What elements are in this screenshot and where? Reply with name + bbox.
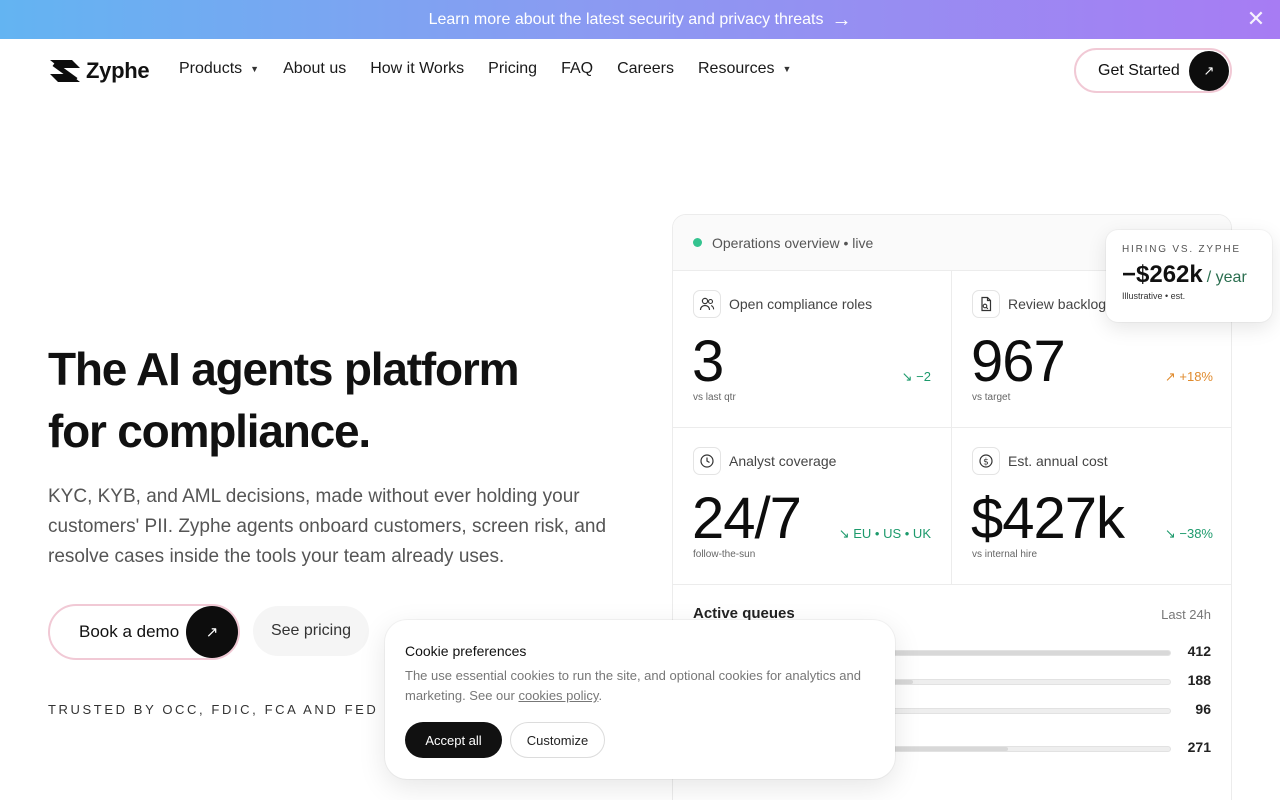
arrow-down-right-icon: ↘: [1164, 526, 1176, 541]
get-started-label: Get Started: [1098, 61, 1180, 79]
nav-item-careers[interactable]: Careers: [617, 60, 674, 78]
dashboard-title: Operations overview • live: [712, 234, 874, 251]
arrow-down-right-icon: ↘: [838, 526, 850, 541]
book-demo-button[interactable]: Book a demo ↗: [48, 604, 240, 660]
queues-range: Last 24h: [1161, 607, 1211, 622]
main-menu: Products ▼ About us How it Works Pricing …: [179, 60, 815, 78]
cookie-banner: Cookie preferences The use essential coo…: [385, 620, 895, 779]
get-started-button[interactable]: Get Started ↗: [1074, 48, 1232, 93]
announcement-bar[interactable]: Learn more about the latest security and…: [0, 0, 1280, 39]
arrow-up-right-icon: ↗: [1189, 51, 1229, 91]
stat-title: Review backlog: [1008, 296, 1107, 312]
stat-title: Est. annual cost: [1008, 453, 1108, 469]
nav-item-resources[interactable]: Resources ▼: [698, 60, 791, 78]
nav-item-faq[interactable]: FAQ: [561, 60, 593, 78]
stat-value: 3: [692, 329, 724, 394]
hiring-comparison-callout: HIRING VS. ZYPHE −$262k / year Illustrati…: [1106, 230, 1272, 322]
svg-text:$: $: [983, 457, 989, 467]
cookie-body: The use essential cookies to run the sit…: [405, 668, 861, 703]
stat-title: Analyst coverage: [729, 453, 837, 469]
see-pricing-button[interactable]: See pricing: [253, 606, 369, 656]
zyphe-logo-icon: [50, 60, 80, 83]
dollar-icon: $: [972, 447, 1000, 475]
callout-note: Illustrative • est.: [1122, 291, 1186, 301]
stat-caption: vs last qtr: [693, 392, 736, 403]
close-icon[interactable]: ✕: [1246, 8, 1266, 30]
queue-count: 412: [1187, 643, 1211, 659]
announcement-text[interactable]: Learn more about the latest security and…: [429, 11, 824, 29]
arrow-down-right-icon: ↘: [901, 369, 913, 384]
arrow-up-right-icon: ↗: [1164, 369, 1176, 384]
stat-value: $427k: [971, 486, 1125, 551]
trusted-by-text: TRUSTED BY OCC, FDIC, FCA AND FED REG: [48, 702, 421, 717]
cookies-policy-link[interactable]: cookies policy: [518, 688, 598, 703]
chevron-down-icon: ▼: [782, 64, 792, 74]
logo[interactable]: Zyphe: [48, 58, 150, 84]
book-demo-label: Book a demo: [79, 622, 180, 641]
accept-all-button[interactable]: Accept all: [405, 722, 502, 758]
stat-title: Open compliance roles: [729, 296, 873, 312]
nav-item-how-it-works[interactable]: How it Works: [370, 60, 464, 78]
queue-count: 271: [1187, 739, 1211, 755]
stat-value: 967: [971, 329, 1066, 394]
hero-subtitle: KYC, KYB, and AML decisions, made withou…: [48, 486, 607, 567]
stat-card: Analyst coverage 24/7 follow-the-sun ↘ E…: [673, 428, 952, 585]
stat-delta: ↘ −2: [901, 369, 931, 384]
clock-icon: [693, 447, 721, 475]
stat-delta: ↗ +18%: [1164, 369, 1213, 384]
queue-count: 96: [1195, 701, 1211, 717]
stat-card: $ Est. annual cost $427k vs internal hir…: [952, 428, 1231, 585]
stat-card: Open compliance roles 3 vs last qtr ↘ −2: [673, 271, 952, 428]
nav-item-about-us[interactable]: About us: [283, 60, 346, 78]
chevron-down-icon: ▼: [250, 64, 260, 74]
callout-value: −$262k / year: [1122, 261, 1247, 288]
hero-title: The AI agents platform for compliance.: [48, 343, 519, 457]
customize-button[interactable]: Customize: [510, 722, 605, 758]
document-icon: [972, 290, 1000, 318]
arrow-up-right-icon: ↗: [186, 606, 238, 658]
callout-period: / year: [1206, 269, 1247, 286]
nav-item-products[interactable]: Products ▼: [179, 60, 259, 78]
users-icon: [693, 290, 721, 318]
queue-count: 188: [1187, 672, 1211, 688]
stat-caption: follow-the-sun: [693, 549, 756, 560]
stat-delta: ↘ EU • US • UK: [838, 526, 931, 541]
callout-label: HIRING VS. ZYPHE: [1122, 244, 1241, 255]
stat-delta: ↘ −38%: [1164, 526, 1213, 541]
stat-caption: vs internal hire: [972, 549, 1038, 560]
live-status-dot: [693, 238, 702, 247]
stat-caption: vs target: [972, 392, 1011, 403]
nav-item-pricing[interactable]: Pricing: [488, 60, 537, 78]
arrow-right-icon: →: [831, 8, 852, 31]
stat-value: 24/7: [692, 486, 802, 551]
top-nav: Zyphe Products ▼ About us How it Works Pr…: [0, 39, 1280, 103]
cookie-title: Cookie preferences: [405, 643, 527, 659]
brand-name: Zyphe: [86, 58, 150, 83]
